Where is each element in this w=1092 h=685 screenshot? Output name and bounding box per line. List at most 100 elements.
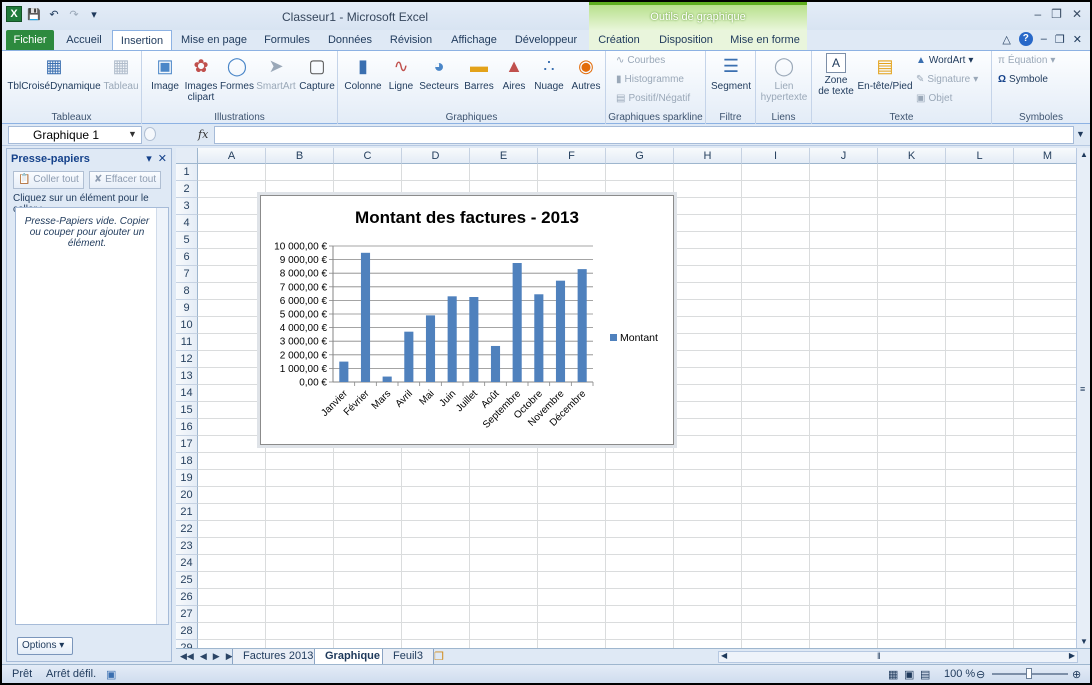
zoom-level[interactable]: 100 % [944,668,975,680]
bar-chart-button[interactable]: ▬ Barres [462,53,496,93]
tab-creation[interactable]: Création [592,30,646,50]
column-header-m[interactable]: M [1014,148,1076,164]
column-header-d[interactable]: D [402,148,470,164]
zoom-out-icon[interactable]: ⊖ [976,668,985,681]
row-header-22[interactable]: 22 [176,521,198,538]
bar-avril[interactable] [404,331,414,382]
row-header-3[interactable]: 3 [176,198,198,215]
column-header-f[interactable]: F [538,148,606,164]
column-header-k[interactable]: K [878,148,946,164]
column-header-l[interactable]: L [946,148,1014,164]
clipboard-items-list[interactable]: Presse-Papiers vide. Copier ou couper po… [15,207,169,625]
smartart-button[interactable]: ➤ SmartArt [256,53,296,93]
sheet-tab-feuil3[interactable]: Feuil3 [382,649,434,665]
chart-object[interactable]: Montant des factures - 2013 0,00 €1 000,… [260,195,674,445]
tab-fichier[interactable]: Fichier [6,30,54,50]
options-button[interactable]: Options ▾ [17,637,73,655]
tab-formules[interactable]: Formules [258,30,316,50]
row-header-8[interactable]: 8 [176,283,198,300]
header-footer-button[interactable]: ▤ En-tête/Pied [856,53,914,93]
image-button[interactable]: ▣ Image [148,53,182,93]
clear-all-button[interactable]: ✘ Effacer tout [89,171,162,189]
tab-accueil[interactable]: Accueil [60,30,108,50]
doc-minimize-icon[interactable]: – [1041,33,1047,45]
pie-chart-button[interactable]: ◕ Secteurs [418,53,460,93]
first-sheet-icon[interactable]: ◀◀ [180,651,194,662]
row-header-11[interactable]: 11 [176,334,198,351]
textbox-button[interactable]: A Zone de texte [816,53,856,97]
row-header-4[interactable]: 4 [176,215,198,232]
area-chart-button[interactable]: ▲ Aires [498,53,530,93]
column-header-h[interactable]: H [674,148,742,164]
screenshot-button[interactable]: ▢ Capture [298,53,336,93]
prev-sheet-icon[interactable]: ◀ [200,651,207,662]
insert-sheet-icon[interactable]: ❐ [434,650,444,663]
row-header-27[interactable]: 27 [176,606,198,623]
shapes-button[interactable]: ◯ Formes [220,53,254,93]
bar-juin[interactable] [447,296,457,382]
column-header-a[interactable]: A [198,148,266,164]
row-header-5[interactable]: 5 [176,232,198,249]
scroll-up-icon[interactable]: ▲ [1080,150,1088,159]
equation-button[interactable]: π Équation ▾ [998,55,1055,66]
tab-disposition[interactable]: Disposition [654,30,718,50]
vertical-scrollbar[interactable]: ▲ ≡ ▼ [1076,148,1090,648]
table-button[interactable]: ▦ Tableau [102,53,140,93]
zoom-in-icon[interactable]: ⊕ [1072,668,1081,681]
save-icon[interactable]: 💾 [26,6,42,22]
bar-octobre[interactable] [534,294,544,382]
column-header-j[interactable]: J [810,148,878,164]
undo-icon[interactable]: ↶ [46,6,62,22]
row-header-15[interactable]: 15 [176,402,198,419]
hscroll-thumb-icon[interactable]: ‖ [877,651,881,661]
next-sheet-icon[interactable]: ▶ [213,651,220,662]
wordart-button[interactable]: ▲ WordArt ▾ [916,55,973,66]
row-header-24[interactable]: 24 [176,555,198,572]
row-header-9[interactable]: 9 [176,300,198,317]
customize-qat-icon[interactable]: ▾ [86,6,102,22]
tab-revision[interactable]: Révision [384,30,438,50]
clipart-button[interactable]: ✿ Images clipart [184,53,218,104]
bar-mars[interactable] [382,376,392,382]
other-charts-button[interactable]: ◉ Autres [568,53,604,93]
select-all-corner[interactable] [176,148,198,164]
doc-restore-icon[interactable]: ❐ [1055,33,1065,46]
bar-janvier[interactable] [339,361,349,382]
column-header-b[interactable]: B [266,148,334,164]
hyperlink-button[interactable]: ◯ Lien hypertexte [758,53,810,104]
sparkline-line-button[interactable]: ∿ Courbes [616,55,665,66]
bar-décembre[interactable] [577,269,587,382]
pane-menu-icon[interactable]: ▾ [146,152,152,165]
row-header-17[interactable]: 17 [176,436,198,453]
bar-août[interactable] [490,345,501,382]
row-header-20[interactable]: 20 [176,487,198,504]
scroll-right-icon[interactable]: ▶ [1069,651,1075,660]
slicer-button[interactable]: ☰ Segment [708,53,754,93]
object-button[interactable]: ▣ Objet [916,93,952,104]
symbol-button[interactable]: Ω Symbole [998,74,1048,85]
tab-developpeur[interactable]: Développeur [510,30,582,50]
horizontal-scrollbar[interactable]: ◀ ‖ ▶ [718,651,1078,663]
restore-icon[interactable]: ❐ [1051,7,1062,21]
macro-record-icon[interactable]: ▣ [106,668,116,681]
name-box-dropdown-icon[interactable]: ▼ [128,129,137,139]
row-header-29[interactable]: 29 [176,640,198,648]
row-header-13[interactable]: 13 [176,368,198,385]
scroll-left-icon[interactable]: ◀ [721,651,727,660]
bar-mai[interactable] [425,315,436,382]
column-header-e[interactable]: E [470,148,538,164]
tab-donnees[interactable]: Données [322,30,378,50]
paste-all-button[interactable]: 📋 Coller tout [13,171,84,189]
pane-close-icon[interactable]: ✕ [158,152,167,165]
excel-logo-icon[interactable]: X [6,6,22,22]
tab-mise-en-page[interactable]: Mise en page [178,30,250,50]
bar-septembre[interactable] [512,263,522,382]
pivot-table-button[interactable]: ▦ TblCroiséDynamique [6,53,102,93]
row-header-12[interactable]: 12 [176,351,198,368]
doc-close-icon[interactable]: ✕ [1073,33,1082,46]
row-header-18[interactable]: 18 [176,453,198,470]
insert-function-icon[interactable]: fx [198,128,208,141]
legend-label[interactable]: Montant [620,332,658,344]
row-header-10[interactable]: 10 [176,317,198,334]
sparkline-winloss-button[interactable]: ▤ Positif/Négatif [616,93,690,104]
